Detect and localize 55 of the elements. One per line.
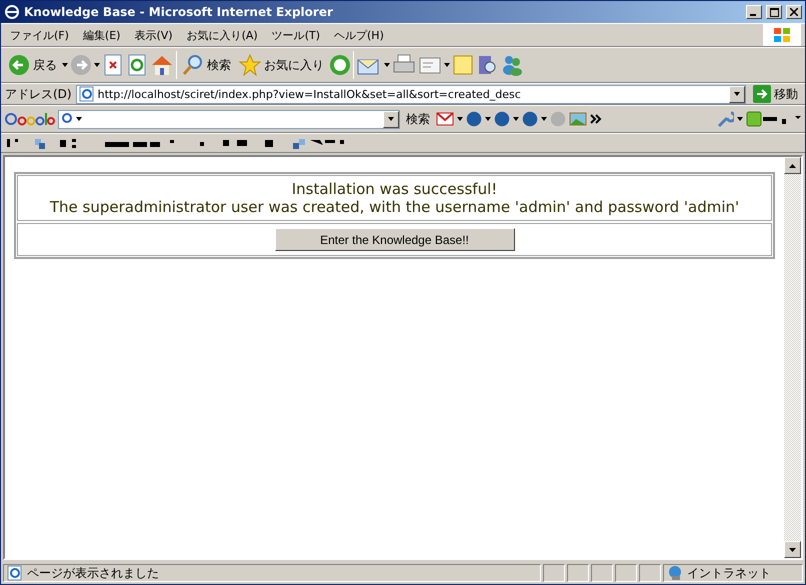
menu-item[interactable]: ツール(T)	[266, 26, 325, 44]
menu-item[interactable]: お気に入り(A)	[182, 26, 263, 44]
zone-text: イントラネット	[687, 564, 771, 582]
favorites-button[interactable]: お気に入り	[236, 52, 327, 78]
success-message: The superadministrator user was created, with the username 'admin' and password 'admin'	[50, 198, 740, 216]
window-title: Knowledge Base - Microsoft Internet Explorer	[24, 5, 334, 19]
menu-item[interactable]: 編集(E)	[78, 26, 126, 44]
square-and-bar-icon[interactable]	[746, 111, 778, 127]
google-search-field[interactable]	[58, 110, 400, 128]
close-icon	[790, 8, 798, 16]
dropdown-icon[interactable]	[781, 113, 801, 125]
go-button[interactable]: 移動	[750, 83, 801, 105]
caret-icon[interactable]	[76, 117, 82, 121]
caret-icon[interactable]	[485, 117, 491, 121]
status-pane	[639, 564, 661, 582]
address-field[interactable]: http://localhost/sciret/index.php?view=InstallOk&set=all&sort=created_desc	[76, 84, 746, 104]
success-heading: Installation was successful!	[292, 180, 498, 198]
close-button[interactable]	[786, 5, 802, 19]
stop-icon[interactable]	[102, 54, 124, 76]
caret-icon[interactable]	[737, 117, 743, 121]
caret-icon[interactable]	[513, 117, 519, 121]
scroll-up-icon[interactable]	[789, 164, 796, 168]
caret-icon[interactable]	[457, 117, 463, 121]
menu-item[interactable]: ファイル(F)	[5, 26, 74, 44]
status-text: ページが表示されました	[27, 564, 159, 582]
caret-icon[interactable]	[62, 63, 68, 67]
scrollbar[interactable]	[784, 157, 801, 558]
status-pane	[543, 564, 565, 582]
menu-item[interactable]: ヘルプ(H)	[329, 26, 389, 44]
google-search-button[interactable]: 検索	[403, 108, 433, 130]
status-pane	[615, 564, 637, 582]
enter-button[interactable]: Enter the Knowledge Base!!	[274, 228, 514, 251]
star-icon	[239, 54, 261, 76]
address-label: アドレス(D)	[5, 86, 72, 102]
maximize-icon	[770, 8, 778, 16]
caret-icon[interactable]	[94, 63, 100, 67]
search-icon	[182, 54, 204, 76]
minimize-button[interactable]	[746, 5, 762, 19]
status-pane	[567, 564, 589, 582]
caret-icon[interactable]	[541, 117, 547, 121]
scroll-down-icon[interactable]	[789, 548, 796, 552]
caret-icon[interactable]	[734, 92, 740, 96]
caret-icon[interactable]	[388, 117, 394, 121]
caret-icon[interactable]	[444, 63, 450, 67]
more-chevron-icon[interactable]	[590, 114, 602, 124]
caret-icon[interactable]	[384, 63, 390, 67]
search-button[interactable]: 検索	[179, 52, 234, 78]
maximize-button[interactable]	[766, 5, 782, 19]
windows-logo-icon	[773, 27, 791, 43]
status-pane	[591, 564, 613, 582]
page-icon	[78, 86, 95, 102]
home-icon[interactable]	[150, 54, 174, 76]
back-button[interactable]: 戻る	[5, 52, 60, 78]
menu-item[interactable]: 表示(V)	[129, 26, 178, 44]
page-icon	[7, 565, 23, 581]
